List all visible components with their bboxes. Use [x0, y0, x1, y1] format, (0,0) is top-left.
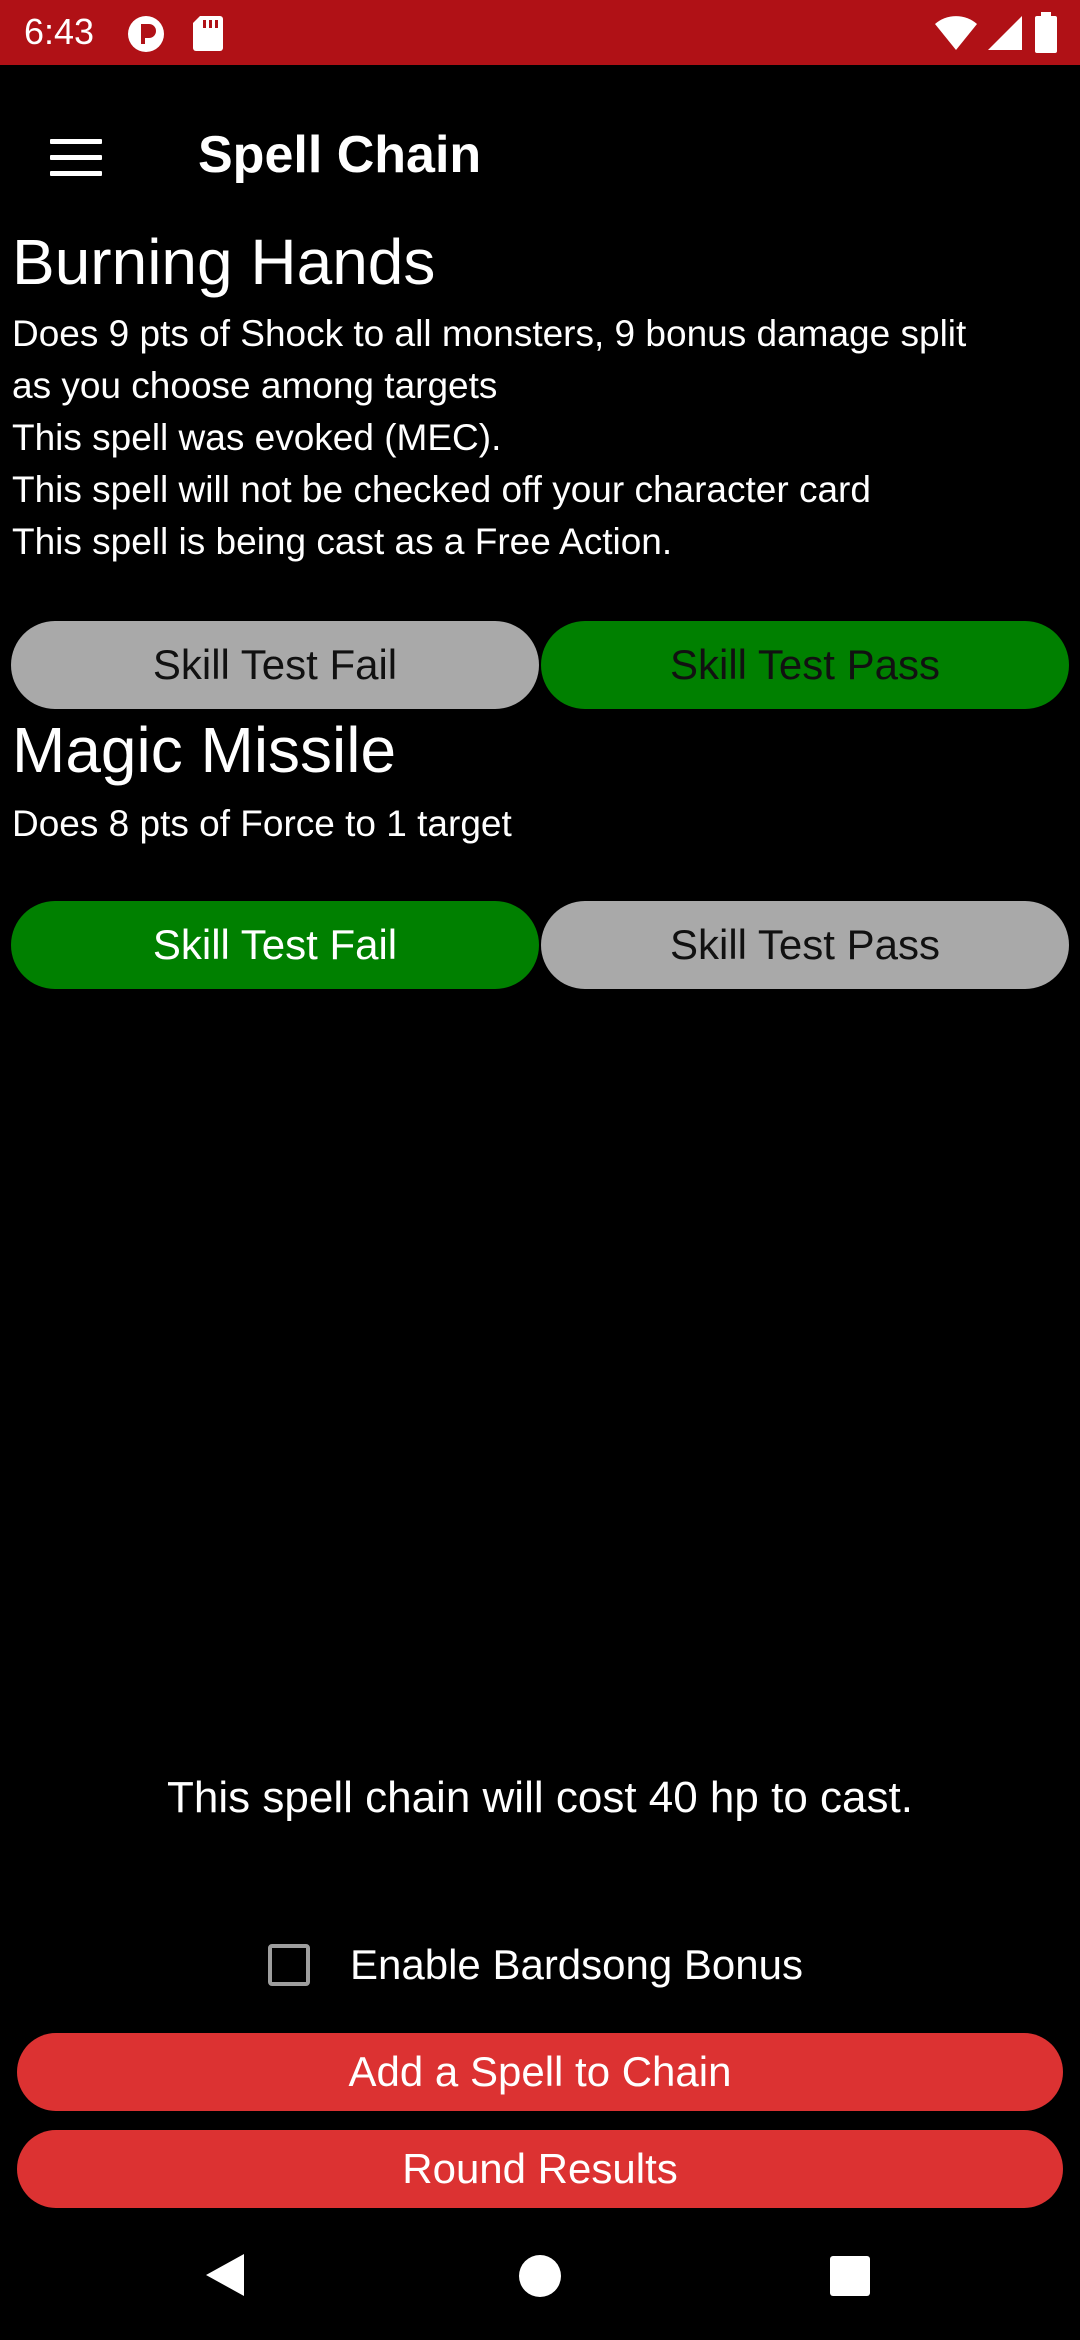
notification-app-icon: [128, 16, 164, 52]
hamburger-menu-icon[interactable]: [34, 117, 118, 201]
spell-description-line: Does 8 pts of Force to 1 target: [12, 803, 512, 844]
back-icon[interactable]: [200, 2250, 250, 2300]
status-time: 6:43: [24, 11, 95, 52]
skill-test-pass-button[interactable]: Skill Test Pass: [541, 621, 1069, 709]
page-title: Spell Chain: [198, 126, 482, 184]
signal-icon: [988, 16, 1022, 50]
spell-description: Does 9 pts of Shock to all monsters, 9 b…: [12, 308, 1068, 568]
spell-chain-cost: This spell chain will cost 40 hp to cast…: [167, 1773, 913, 1822]
navigation-bar: [0, 2220, 1080, 2340]
status-bar: 6:43: [0, 0, 1080, 65]
sd-card-icon: [193, 16, 223, 51]
battery-icon: [1035, 12, 1057, 53]
spell-name: Magic Missile: [12, 714, 397, 786]
skill-test-fail-button[interactable]: Skill Test Fail: [11, 901, 539, 989]
bardsong-checkbox[interactable]: [268, 1944, 310, 1986]
spell-description-line: This spell is being cast as a Free Actio…: [12, 521, 673, 562]
spell-description: Does 8 pts of Force to 1 target: [12, 798, 1068, 850]
spell-name: Burning Hands: [12, 226, 436, 298]
spell-description-line: Does 9 pts of Shock to all monsters, 9 b…: [12, 313, 967, 354]
round-results-button[interactable]: Round Results: [17, 2130, 1063, 2208]
skill-test-fail-button[interactable]: Skill Test Fail: [11, 621, 539, 709]
app-bar: Spell Chain: [0, 65, 1080, 225]
bardsong-option: Enable Bardsong Bonus: [268, 1935, 803, 1995]
add-spell-button[interactable]: Add a Spell to Chain: [17, 2033, 1063, 2111]
spell-description-line: This spell was evoked (MEC).: [12, 417, 502, 458]
spell-description-line: This spell will not be checked off your …: [12, 469, 871, 510]
spell-description-line: as you choose among targets: [12, 365, 498, 406]
skill-test-pass-button[interactable]: Skill Test Pass: [541, 901, 1069, 989]
bardsong-label: Enable Bardsong Bonus: [350, 1941, 803, 1988]
recents-icon[interactable]: [828, 2254, 872, 2298]
wifi-icon: [935, 16, 977, 50]
home-icon[interactable]: [516, 2252, 564, 2300]
